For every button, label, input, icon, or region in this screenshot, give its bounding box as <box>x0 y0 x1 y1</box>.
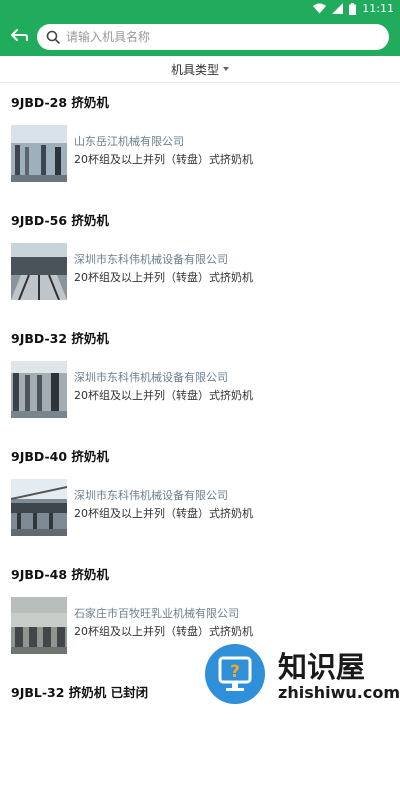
item-model: 9JBD-48 挤奶机 <box>11 567 109 582</box>
watermark-url: zhishiwu.com <box>278 683 400 702</box>
question-monitor-icon: ? <box>218 656 252 691</box>
watermark-brand: 知识屋 <box>278 650 366 684</box>
item-company: 石家庄市百牧旺乳业机械有限公司 <box>74 607 239 620</box>
item-company: 深圳市东科伟机械设备有限公司 <box>74 253 228 266</box>
status-bar: 11:11 <box>0 0 400 18</box>
item-description: 20杯组及以上并列（转盘）式挤奶机 <box>74 625 253 638</box>
item-model: 9JBD-56 挤奶机 <box>11 213 109 228</box>
search-input[interactable] <box>66 30 366 44</box>
item-company: 深圳市东科伟机械设备有限公司 <box>74 489 228 502</box>
item-model: 9JBD-40 挤奶机 <box>11 449 109 464</box>
list-item[interactable]: 9JBD-56 挤奶机 深圳市东科伟机械设备有限公司 20杯组及以上并列（转盘）… <box>0 200 400 318</box>
watermark-logo: ? <box>205 644 265 704</box>
item-thumbnail <box>11 243 67 300</box>
wifi-icon <box>313 3 327 14</box>
clock: 11:11 <box>362 2 394 15</box>
item-model: 9JBD-32 挤奶机 <box>11 331 109 346</box>
list-item[interactable]: 9JBD-40 挤奶机 深圳市东科伟机械设备有限公司 20杯组及以上并列（转盘）… <box>0 436 400 554</box>
item-model: 9JBD-28 挤奶机 <box>11 95 109 110</box>
item-description: 20杯组及以上并列（转盘）式挤奶机 <box>74 271 253 284</box>
app-bar <box>0 18 400 56</box>
svg-text:?: ? <box>230 662 240 682</box>
item-thumbnail <box>11 479 67 536</box>
item-company: 山东岳江机械有限公司 <box>74 135 184 148</box>
item-description: 20杯组及以上并列（转盘）式挤奶机 <box>74 153 253 166</box>
filter-label: 机具类型 <box>170 62 219 77</box>
caret-down-icon <box>223 67 229 71</box>
battery-icon <box>349 2 357 15</box>
machine-type-filter[interactable]: 机具类型 <box>0 56 400 83</box>
watermark: ? 知识屋 zhishiwu.com <box>200 642 400 711</box>
item-company: 深圳市东科伟机械设备有限公司 <box>74 371 228 384</box>
item-description: 20杯组及以上并列（转盘）式挤奶机 <box>74 389 253 402</box>
signal-icon <box>332 3 344 14</box>
item-thumbnail <box>11 361 67 418</box>
back-arrow-icon[interactable] <box>8 26 30 48</box>
item-model: 9JBL-32 挤奶机 已封闭 <box>11 685 149 700</box>
search-box[interactable] <box>37 24 389 50</box>
search-icon <box>46 30 60 44</box>
list-item[interactable]: 9JBD-32 挤奶机 深圳市东科伟机械设备有限公司 20杯组及以上并列（转盘）… <box>0 318 400 436</box>
list-item[interactable]: 9JBD-28 挤奶机 山东岳江机械有限公司 20杯组及以上并列（转盘）式挤奶机 <box>0 82 400 200</box>
item-thumbnail <box>11 597 67 654</box>
item-thumbnail <box>11 125 67 182</box>
item-description: 20杯组及以上并列（转盘）式挤奶机 <box>74 507 253 520</box>
